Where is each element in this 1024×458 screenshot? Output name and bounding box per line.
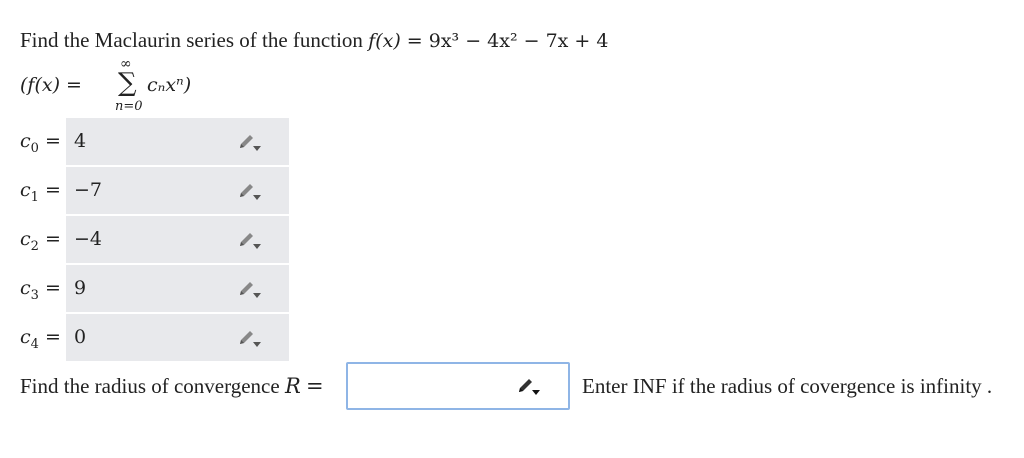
pencil-dropdown-icon[interactable] [237, 281, 263, 299]
radius-variable: R [284, 374, 301, 398]
coefficient-label: c0 = [20, 130, 61, 156]
series-summand: cₙxⁿ) [147, 74, 192, 96]
radius-hint: Enter INF if the radius of covergence is… [582, 374, 993, 398]
coefficient-row-c1: c1 = −7 [20, 167, 290, 215]
coefficient-row-c0: c0 = 4 [20, 118, 290, 166]
coefficient-value: −7 [74, 179, 103, 201]
radius-row: Find the radius of convergence R = Enter… [20, 362, 1020, 412]
coefficient-value: −4 [74, 228, 103, 250]
coefficient-field-c2[interactable]: −4 [66, 216, 289, 264]
coefficient-value: 9 [74, 277, 87, 299]
question-text: Find the Maclaurin series of the functio… [20, 28, 608, 53]
coefficient-row-c4: c4 = 0 [20, 314, 290, 362]
coefficient-row-c3: c3 = 9 [20, 265, 290, 313]
pencil-dropdown-icon[interactable] [516, 378, 542, 396]
pencil-dropdown-icon[interactable] [237, 232, 263, 250]
series-lhs: (f(x) = [20, 74, 82, 96]
radius-input[interactable] [346, 362, 570, 410]
pencil-dropdown-icon[interactable] [237, 330, 263, 348]
coefficient-row-c2: c2 = −4 [20, 216, 290, 264]
coefficient-field-c1[interactable]: −7 [66, 167, 289, 215]
function-lhs: f(x) = [368, 30, 429, 52]
coefficient-field-c3[interactable]: 9 [66, 265, 289, 313]
pencil-dropdown-icon[interactable] [237, 183, 263, 201]
coefficient-value: 4 [74, 130, 87, 152]
coefficient-label: c4 = [20, 326, 61, 352]
coefficient-label: c3 = [20, 277, 61, 303]
sum-lower-limit: n=0 [115, 99, 143, 114]
radius-label: Find the radius of convergence R = [20, 374, 324, 398]
question-prefix: Find the Maclaurin series of the functio… [20, 28, 363, 52]
function-rhs: 9x³ − 4x² − 7x + 4 [428, 30, 609, 52]
series-definition: (f(x) = ∞ ∑ n=0 cₙxⁿ) [20, 56, 240, 116]
coefficient-value: 0 [74, 326, 87, 348]
pencil-dropdown-icon[interactable] [237, 134, 263, 152]
coefficient-label: c2 = [20, 228, 61, 254]
coefficient-field-c4[interactable]: 0 [66, 314, 289, 362]
sigma-symbol: ∑ [118, 68, 137, 98]
coefficient-field-c0[interactable]: 4 [66, 118, 289, 166]
coefficient-label: c1 = [20, 179, 61, 205]
